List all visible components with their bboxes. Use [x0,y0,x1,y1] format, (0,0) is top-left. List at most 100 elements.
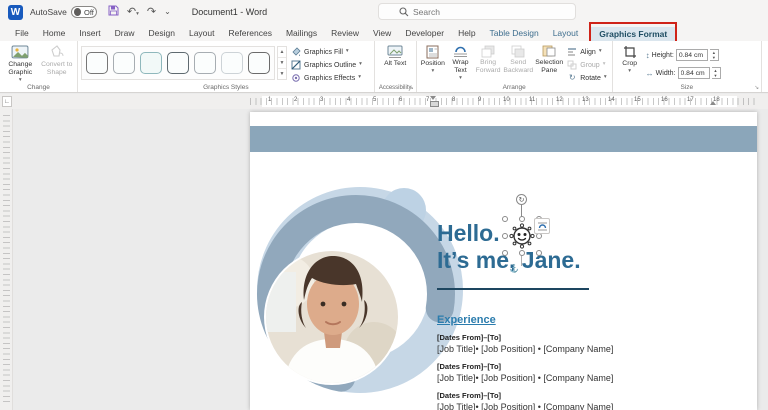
tab-selector-icon[interactable]: ∟ [2,96,12,107]
graphics-styles-group-label: Graphics Styles [203,84,249,91]
crop-icon [623,46,636,58]
document-title: Document1 - Word [191,7,268,17]
indent-marker[interactable] [430,96,439,107]
tab-layout-contextual[interactable]: Layout [546,25,586,41]
entry-dates: [Dates From]–[To] [437,333,502,342]
entry-role: [Job Title]• [Job Position] • [Company N… [437,344,614,354]
gallery-more-icon[interactable]: ▼ [278,68,286,79]
tab-view[interactable]: View [366,25,398,41]
alt-text-label: Alt Text [384,60,407,67]
tab-review[interactable]: Review [324,25,366,41]
hero-text-block[interactable]: Hello. It’s me, Jane. Experience [Dates … [437,220,737,410]
quick-access-toolbar: ↶▾ ↷ ⌄ [108,5,171,19]
horizontal-ruler[interactable]: ∟ 1 2 3 4 5 6 7 8 9 10 11 12 13 14 15 16… [0,94,768,109]
graphics-style-swatch[interactable] [221,52,243,74]
tab-help[interactable]: Help [451,25,482,41]
graphics-style-swatch[interactable] [113,52,135,74]
alt-text-icon [387,45,403,58]
width-input[interactable] [677,67,710,79]
resize-handle[interactable] [519,216,525,222]
change-graphic-button[interactable]: Change Graphic ▾ [3,43,38,83]
rotate-handle-icon[interactable]: ↻ [516,194,527,205]
ruler-number: 3 [320,97,324,103]
tab-table-design[interactable]: Table Design [483,25,546,41]
undo-dropdown-icon[interactable]: ▾ [136,11,139,17]
save-icon[interactable] [108,5,119,19]
autosave-label: AutoSave [30,7,67,17]
customize-qat-icon[interactable]: ⌄ [164,8,171,16]
graphics-style-swatch[interactable] [86,52,108,74]
crop-button[interactable]: Crop ▾ [616,43,644,83]
width-spinner[interactable]: ▲ ▼ [711,67,721,79]
graphics-style-swatch[interactable] [167,52,189,74]
layout-options-button[interactable] [534,218,550,234]
spinner-down-icon[interactable]: ▼ [710,55,718,60]
tab-references[interactable]: References [222,25,279,41]
group-objects-icon [567,60,577,70]
height-input[interactable] [675,49,708,61]
dropdown-arrow-icon: ▾ [598,48,602,55]
tab-home[interactable]: Home [36,25,73,41]
gallery-down-icon[interactable]: ▼ [278,57,286,68]
height-icon: ↕ [645,50,650,60]
word-logo-icon[interactable]: W [8,4,23,20]
graphics-style-swatch[interactable] [194,52,216,74]
vertical-ruler[interactable] [0,109,13,410]
search-box[interactable] [378,3,576,20]
rotate-button[interactable]: ↻ Rotate ▾ [565,72,608,84]
send-backward-button[interactable]: Send Backward [503,43,533,83]
send-backward-label: Send Backward [503,59,534,74]
accessibility-dialog-launcher-icon[interactable]: ↘ [409,85,414,91]
align-button[interactable]: Align ▾ [565,46,608,58]
search-input[interactable] [413,6,533,17]
spinner-down-icon[interactable]: ▼ [712,73,720,78]
graphics-style-swatch[interactable] [248,52,270,74]
group-button[interactable]: Group ▾ [565,59,608,71]
selection-pane-button[interactable]: Selection Pane [535,43,563,83]
redo-icon[interactable]: ↷ [147,6,156,18]
rotate-icon: ↻ [568,73,576,82]
size-dialog-launcher-icon[interactable]: ↘ [754,85,759,91]
gallery-up-icon[interactable]: ▲ [278,47,286,57]
autosave-toggle[interactable]: Off [70,6,97,18]
wrap-text-icon [453,46,467,57]
brush-circle-graphic[interactable] [254,152,468,410]
graphics-effects-button[interactable]: Graphics Effects ▾ [289,72,364,84]
resize-handle[interactable] [502,233,508,239]
rotate-label: Rotate [580,74,601,82]
tab-developer[interactable]: Developer [398,25,451,41]
width-icon: ↔ [645,68,654,78]
tab-design[interactable]: Design [142,25,182,41]
resize-handle[interactable] [502,216,508,222]
position-button[interactable]: Position ▾ [420,43,446,83]
tab-layout[interactable]: Layout [182,25,222,41]
right-indent-marker[interactable] [710,101,716,105]
layout-options-icon [537,222,547,230]
graphics-fill-button[interactable]: Graphics Fill ▾ [289,46,364,58]
tab-draw[interactable]: Draw [108,25,142,41]
undo-icon[interactable]: ↶▾ [127,6,139,18]
graphics-style-swatch[interactable] [140,52,162,74]
graphics-outline-button[interactable]: Graphics Outline ▾ [289,59,364,71]
resize-handle[interactable] [502,250,508,256]
word-window: W AutoSave Off ↶▾ ↷ ⌄ Document1 - Word F… [0,0,768,410]
document-page[interactable]: Hello. It’s me, Jane. Experience [Dates … [250,112,757,410]
resize-handle[interactable] [519,250,525,256]
align-icon [568,48,577,56]
experience-entry[interactable]: [Dates From]–[To] [Job Title]• [Job Posi… [437,362,737,384]
tab-file[interactable]: File [8,25,36,41]
tab-graphics-format[interactable]: Graphics Format [591,26,676,41]
experience-entry[interactable]: [Dates From]–[To] [Job Title]• [Job Posi… [437,333,737,355]
bring-forward-button[interactable]: Bring Forward [475,43,501,83]
tab-insert[interactable]: Insert [72,25,107,41]
autosave-control[interactable]: AutoSave Off [30,6,97,18]
convert-to-shape-button[interactable]: Convert to Shape [40,43,75,83]
resize-handle[interactable] [536,250,542,256]
experience-entry[interactable]: [Dates From]–[To] [Job Title]• [Job Posi… [437,391,737,410]
tab-mailings[interactable]: Mailings [279,25,324,41]
dropdown-arrow-icon: ▾ [603,74,607,81]
height-spinner[interactable]: ▲ ▼ [709,49,719,61]
wrap-text-button[interactable]: Wrap Text ▾ [448,43,473,83]
crop-label: Crop [622,60,638,67]
alt-text-button[interactable]: Alt Text [378,43,413,83]
